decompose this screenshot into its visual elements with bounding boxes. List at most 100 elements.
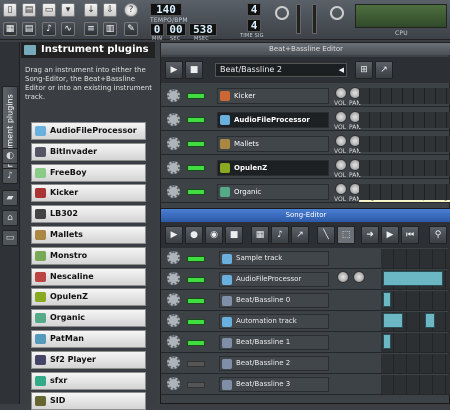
song-timeline[interactable] <box>381 333 450 352</box>
plugin-item[interactable]: LB302 <box>31 205 146 224</box>
master-pitch-knob[interactable] <box>330 6 344 20</box>
automation-editor-icon[interactable]: ∿ <box>61 22 75 36</box>
track-name-button[interactable]: Organic <box>217 184 329 200</box>
bb-pattern[interactable] <box>383 292 391 307</box>
plugin-item[interactable]: SID <box>31 392 146 410</box>
project-notes-icon[interactable]: ✎ <box>124 22 138 36</box>
track-name-button[interactable]: AudioFileProcessor <box>219 272 329 287</box>
volume-knob[interactable] <box>335 135 347 147</box>
recent-projects-icon[interactable]: ▾ <box>61 3 75 17</box>
mute-toggle[interactable] <box>187 382 205 388</box>
plugin-item[interactable]: PatMan <box>31 330 146 348</box>
play-icon[interactable]: ▶ <box>165 61 183 79</box>
pan-knob[interactable] <box>353 271 365 283</box>
mute-toggle[interactable] <box>187 256 205 262</box>
plugin-item[interactable]: Mallets <box>31 226 146 244</box>
track-name-button[interactable]: AudioFileProcessor <box>217 112 329 128</box>
folder-icon[interactable]: ▰ <box>2 190 18 206</box>
automation-pattern[interactable] <box>383 313 403 328</box>
step-sequencer[interactable] <box>359 112 450 128</box>
master-pitch-slider[interactable] <box>312 4 317 34</box>
record-while-playing-icon[interactable]: ◉ <box>205 226 223 244</box>
mute-toggle[interactable] <box>187 340 205 346</box>
add-beat-bassline-icon[interactable]: ▦ <box>251 226 269 244</box>
add-automation-track-icon[interactable]: ↗ <box>291 226 309 244</box>
piano-roll-icon[interactable]: ♪ <box>42 22 56 36</box>
play-icon[interactable]: ▶ <box>165 226 183 244</box>
bb-pattern[interactable] <box>383 334 391 349</box>
music-note-icon[interactable]: ♪ <box>2 168 18 184</box>
gear-icon[interactable] <box>167 293 180 306</box>
home-folder-icon[interactable]: ⌂ <box>2 210 18 226</box>
gear-icon[interactable] <box>167 137 180 150</box>
time-signature-numerator[interactable]: 4 <box>247 3 261 16</box>
stop-icon[interactable]: ■ <box>225 226 243 244</box>
stop-icon[interactable]: ■ <box>185 61 203 79</box>
export-project-icon[interactable]: ⇩ <box>103 3 117 17</box>
track-name-button[interactable]: Automation track <box>219 314 329 329</box>
step-sequencer[interactable] <box>359 136 450 152</box>
plugin-item[interactable]: AudioFileProcessor <box>31 122 146 140</box>
mute-toggle[interactable] <box>187 319 205 325</box>
fx-mixer-icon[interactable]: ≡ <box>84 22 98 36</box>
beat-bassline-editor-icon[interactable]: ▦ <box>3 22 17 36</box>
pattern-select[interactable]: Beat/Bassline 2 ◀ <box>215 63 347 77</box>
tab-instrument-plugins[interactable]: Instrument plugins <box>2 86 18 178</box>
step-sequencer[interactable] <box>359 184 450 200</box>
plugin-item[interactable]: sfxr <box>31 371 146 390</box>
automation-pattern[interactable] <box>425 313 435 328</box>
plugin-item[interactable]: Monstro <box>31 246 146 265</box>
gear-icon[interactable] <box>167 185 180 198</box>
plugin-item[interactable]: FreeBoy <box>31 163 146 182</box>
auto-scroll-icon[interactable]: ➜ <box>361 226 379 244</box>
record-icon[interactable]: ● <box>185 226 203 244</box>
mute-toggle[interactable] <box>187 93 205 99</box>
gear-icon[interactable] <box>167 314 180 327</box>
tempo-display[interactable]: 140 <box>150 3 182 16</box>
computer-icon[interactable]: ▭ <box>2 230 18 246</box>
gear-icon[interactable] <box>167 251 180 264</box>
mute-toggle[interactable] <box>187 361 205 367</box>
new-from-template-icon[interactable]: ▤ <box>22 3 36 17</box>
track-name-button[interactable]: OpulenZ <box>217 160 329 176</box>
add-sample-track-icon[interactable]: ♪ <box>271 226 289 244</box>
plugin-item[interactable]: Organic <box>31 309 146 328</box>
loop-points-icon[interactable]: ▶ <box>381 226 399 244</box>
stop-behaviour-icon[interactable]: ⏮ <box>401 226 419 244</box>
song-timeline[interactable] <box>381 375 450 394</box>
track-name-button[interactable]: Beat/Bassline 2 <box>219 356 329 371</box>
mute-toggle[interactable] <box>187 141 205 147</box>
gear-icon[interactable] <box>167 161 180 174</box>
gear-icon[interactable] <box>167 356 180 369</box>
headphones-icon[interactable]: ◐ <box>2 148 18 164</box>
audio-pattern[interactable] <box>383 271 443 286</box>
add-automation-icon[interactable]: ↗ <box>375 61 393 79</box>
track-name-button[interactable]: Beat/Bassline 0 <box>219 293 329 308</box>
volume-knob[interactable] <box>337 271 349 283</box>
edit-mode-icon[interactable]: ⬚ <box>337 226 355 244</box>
track-name-button[interactable]: Sample track <box>219 251 329 266</box>
track-name-button[interactable]: Beat/Bassline 3 <box>219 377 329 392</box>
volume-knob[interactable] <box>335 111 347 123</box>
mute-toggle[interactable] <box>187 117 205 123</box>
mute-toggle[interactable] <box>187 189 205 195</box>
help-icon[interactable]: ? <box>124 3 138 17</box>
gear-icon[interactable] <box>167 113 180 126</box>
new-project-icon[interactable]: ▯ <box>3 3 17 17</box>
step-sequencer[interactable] <box>359 160 450 176</box>
song-timeline[interactable] <box>381 291 450 310</box>
volume-knob[interactable] <box>335 159 347 171</box>
gear-icon[interactable] <box>167 89 180 102</box>
draw-mode-icon[interactable]: ╲ <box>317 226 335 244</box>
song-timeline[interactable] <box>381 354 450 373</box>
track-name-button[interactable]: Kicker <box>217 88 329 104</box>
song-editor-icon[interactable]: ▤ <box>22 22 36 36</box>
plugin-item[interactable]: OpulenZ <box>31 288 146 307</box>
gear-icon[interactable] <box>167 272 180 285</box>
plugin-item[interactable]: Nescaline <box>31 267 146 286</box>
save-project-icon[interactable]: ↓ <box>84 3 98 17</box>
volume-knob[interactable] <box>335 183 347 195</box>
gear-icon[interactable] <box>167 377 180 390</box>
track-name-button[interactable]: Beat/Bassline 1 <box>219 335 329 350</box>
master-volume-slider[interactable] <box>296 4 301 34</box>
